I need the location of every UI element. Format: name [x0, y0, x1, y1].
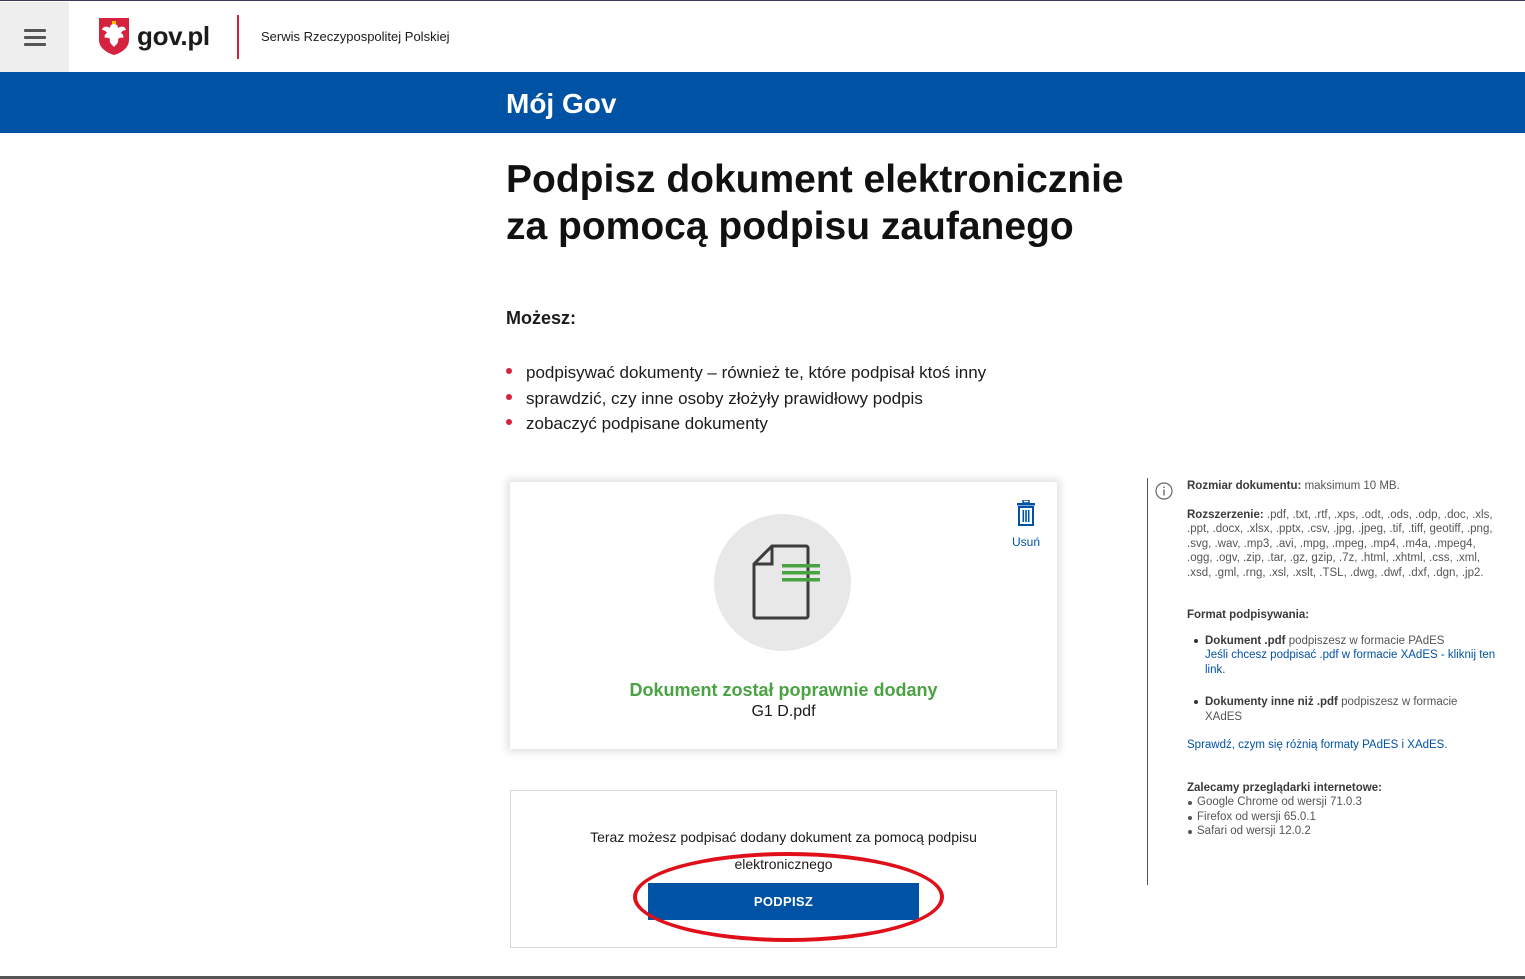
logo-divider [237, 15, 239, 59]
info-icon [1155, 482, 1173, 500]
format-list: Dokument .pdf podpiszesz w formacie PAdE… [1187, 634, 1497, 725]
xades-pdf-link[interactable]: Jeśli chcesz podpisać .pdf w formacie XA… [1205, 649, 1495, 676]
list-item: Dokumenty inne niż .pdf podpiszesz w for… [1187, 695, 1497, 724]
document-icon [752, 544, 820, 620]
info-size: Rozmiar dokumentu: maksimum 10 MB. [1187, 480, 1400, 492]
page-title: Podpisz dokument elektronicznie za pomoc… [506, 156, 1206, 250]
delete-document-button[interactable]: Usuń [1006, 499, 1046, 549]
polish-eagle-emblem-icon [99, 18, 129, 55]
browsers-label: Zalecamy przeglądarki internetowe: [1187, 781, 1382, 794]
document-icon-circle [714, 514, 851, 651]
uploaded-filename: G1 D.pdf [751, 703, 816, 720]
info-panel: Rozmiar dokumentu: maksimum 10 MB. Rozsz… [1187, 479, 1497, 839]
service-title[interactable]: Mój Gov [506, 88, 616, 120]
logo-subtitle: Serwis Rzeczypospolitej Polskiej [261, 29, 450, 44]
upload-success-message: Dokument został poprawnie dodany [629, 680, 938, 700]
sign-section: Teraz możesz podpisać dodany dokument za… [510, 790, 1057, 948]
top-bar: gov.pl Serwis Rzeczypospolitej Polskiej [0, 0, 1525, 72]
service-banner: Mój Gov [0, 72, 1525, 133]
list-item: Firefox od wersji 65.0.1 [1187, 810, 1497, 825]
page-title-line2: za pomocą podpisu zaufanego [506, 205, 1074, 248]
trash-icon [1017, 499, 1035, 526]
info-format-label: Format podpisywania: [1187, 609, 1310, 621]
gov-pl-logo[interactable]: gov.pl [97, 16, 210, 56]
can-label: Możesz: [506, 308, 577, 328]
list-item: zobaczyć podpisane dokumenty [506, 411, 986, 437]
browsers-list: Google Chrome od wersji 71.0.3 Firefox o… [1187, 795, 1497, 839]
list-item: podpisywać dokumenty – również te, które… [506, 360, 986, 386]
list-item: Google Chrome od wersji 71.0.3 [1187, 795, 1497, 810]
uploaded-document-card: Usuń Dokument został poprawnie dodany G1… [510, 482, 1057, 749]
page-title-line1: Podpisz dokument elektronicznie [506, 158, 1124, 201]
sign-button[interactable]: PODPISZ [648, 883, 919, 920]
hamburger-menu-icon[interactable] [0, 2, 69, 72]
delete-label[interactable]: Usuń [1006, 535, 1046, 549]
info-extensions: Rozszerzenie: .pdf, .txt, .rtf, .xps, .o… [1187, 508, 1493, 579]
feature-list: podpisywać dokumenty – również te, które… [506, 360, 986, 437]
logo-text: gov.pl [137, 20, 210, 51]
list-item: sprawdzić, czy inne osoby złożyły prawid… [506, 386, 986, 412]
info-divider [1147, 478, 1148, 885]
compare-formats-link[interactable]: Sprawdź, czym się różnią formaty PAdES i… [1187, 738, 1497, 753]
sign-instruction: Teraz możesz podpisać dodany dokument za… [590, 829, 977, 872]
list-item: Safari od wersji 12.0.2 [1187, 824, 1497, 839]
list-item: Dokument .pdf podpiszesz w formacie PAdE… [1187, 634, 1497, 678]
